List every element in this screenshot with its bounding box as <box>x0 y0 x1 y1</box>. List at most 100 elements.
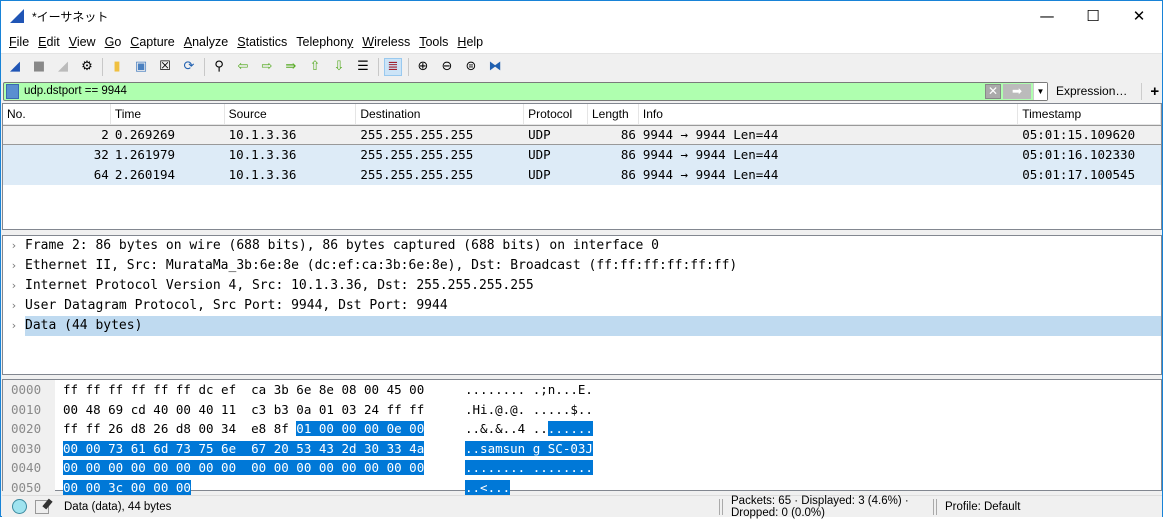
column-header-timestamp[interactable]: Timestamp <box>1018 104 1161 125</box>
detail-tree-label: User Datagram Protocol, Src Port: 9944, … <box>25 298 448 313</box>
gear-options-icon[interactable]: ⚙ <box>78 58 96 76</box>
filter-text[interactable]: udp.dstport == 9944 <box>24 85 127 97</box>
expand-chevron-icon[interactable]: › <box>3 316 25 336</box>
chevron-down-icon[interactable]: ▼ <box>1033 82 1047 100</box>
packet-row[interactable]: 64 2.260194 10.1.3.36 255.255.255.255 UDP 86 9… <box>3 165 1161 185</box>
reload-file-icon[interactable]: ⟳ <box>180 58 198 76</box>
menu-capture[interactable]: Capture <box>130 35 174 49</box>
ascii-bytes[interactable]: ........ .;n...E. <box>439 380 593 400</box>
menu-view[interactable]: View <box>69 35 96 49</box>
detail-tree-item[interactable]: › User Datagram Protocol, Src Port: 9944,… <box>3 296 1161 316</box>
add-filter-button[interactable]: + <box>1141 82 1159 100</box>
save-file-icon[interactable]: ▣ <box>132 58 150 76</box>
column-header-no[interactable]: No. <box>3 104 111 125</box>
menu-tools[interactable]: Tools <box>419 35 448 49</box>
main-toolbar: ◢ ■ ◢ ⚙ ▮ ▣ ☒ ⟳ ⚲ ⇦ ⇨ ⇛ ⇧ ⇩ ☰ ≣ ⊕ ⊖ ⊜ ⧓ <box>1 53 1162 79</box>
menu-statistics[interactable]: Statistics <box>237 35 287 49</box>
packet-cell-dst: 255.255.255.255 <box>360 167 474 182</box>
hex-bytes[interactable]: 00 00 00 00 00 00 00 00 00 00 00 00 00 0… <box>55 458 439 478</box>
expand-chevron-icon[interactable]: › <box>3 276 25 296</box>
detail-tree-item[interactable]: › Data (44 bytes) <box>3 316 1161 336</box>
expression-button[interactable]: Expression… <box>1056 84 1127 98</box>
ascii-bytes[interactable]: .Hi.@.@. .....$.. <box>439 400 593 420</box>
hex-dump-row: 0040 00 00 00 00 00 00 00 00 00 00 00 00 … <box>3 458 1161 478</box>
detail-tree-item[interactable]: › Ethernet II, Src: MurataMa_3b:6e:8e (dc… <box>3 256 1161 276</box>
packet-cell-src: 10.1.3.36 <box>228 127 297 142</box>
magnifier-find-icon[interactable]: ⚲ <box>210 58 228 76</box>
packet-row[interactable]: 32 1.261979 10.1.3.36 255.255.255.255 UDP 86 9… <box>3 145 1161 165</box>
byte-offset: 0030 <box>3 438 55 458</box>
toolbar-separator <box>102 57 103 76</box>
packet-cell-time: 0.269269 <box>114 127 176 142</box>
packet-row[interactable]: 2 0.269269 10.1.3.36 255.255.255.255 UDP 86 99… <box>3 125 1161 145</box>
column-header-time[interactable]: Time <box>111 104 225 125</box>
autoscroll-icon[interactable]: ☰ <box>354 58 372 76</box>
capture-comment-icon[interactable] <box>35 499 49 514</box>
byte-offset: 0010 <box>3 399 55 419</box>
menu-wireless[interactable]: Wireless <box>362 35 410 49</box>
expand-chevron-icon[interactable]: › <box>3 256 25 276</box>
column-header-source[interactable]: Source <box>225 104 357 125</box>
expand-chevron-icon[interactable]: › <box>3 296 25 316</box>
restart-fin-icon[interactable]: ◢ <box>54 58 72 76</box>
column-header-info[interactable]: Info <box>639 104 1019 125</box>
menu-telephony[interactable]: Telephony <box>296 35 353 49</box>
status-separator[interactable] <box>719 498 723 515</box>
zoom-in-icon[interactable]: ⊕ <box>414 58 432 76</box>
byte-offset: 0020 <box>3 419 55 439</box>
zoom-out-icon[interactable]: ⊖ <box>438 58 456 76</box>
hex-bytes[interactable]: 00 00 73 61 6d 73 75 6e 67 20 53 43 2d 3… <box>55 439 439 459</box>
status-profile[interactable]: Profile: Default <box>945 501 1020 513</box>
hex-bytes[interactable]: ff ff 26 d8 26 d8 00 34 e8 8f 01 00 00 0… <box>55 419 439 439</box>
menu-analyze[interactable]: Analyze <box>184 35 228 49</box>
column-header-length[interactable]: Length <box>588 104 639 125</box>
packet-cell-ts: 05:01:16.102330 <box>1022 147 1136 162</box>
clear-filter-icon[interactable]: ✕ <box>985 83 1001 99</box>
packet-cell-no: 64 <box>93 167 109 182</box>
column-header-destination[interactable]: Destination <box>356 104 525 125</box>
packet-cell-no: 32 <box>93 147 109 162</box>
detail-tree-item[interactable]: › Frame 2: 86 bytes on wire (688 bits), 8… <box>3 236 1161 256</box>
maximize-button[interactable]: ☐ <box>1070 1 1116 31</box>
detail-tree-item[interactable]: › Internet Protocol Version 4, Src: 10.1.… <box>3 276 1161 296</box>
display-filter-input[interactable]: udp.dstport == 9944 ✕ ➡ ▼ <box>3 81 1048 101</box>
wireshark-window: *イーサネット — ☐ ✕ File Edit View Go Capture Analy… <box>0 0 1163 519</box>
toolbar-separator <box>204 57 205 76</box>
colorize-lines-icon[interactable]: ≣ <box>384 57 402 76</box>
packet-cell-time: 2.260194 <box>114 167 176 182</box>
ascii-bytes[interactable]: ..&.&..4 ........ <box>439 419 593 439</box>
go-to-packet-icon[interactable]: ⇛ <box>282 58 300 76</box>
arrow-left-icon[interactable]: ⇦ <box>234 58 252 76</box>
packet-cell-dst: 255.255.255.255 <box>360 147 474 162</box>
arrow-right-icon[interactable]: ⇨ <box>258 58 276 76</box>
shark-fin-start-icon[interactable]: ◢ <box>6 58 24 76</box>
arrow-down-last-icon[interactable]: ⇩ <box>330 58 348 76</box>
packet-cell-no: 2 <box>101 127 109 142</box>
stop-square-icon[interactable]: ■ <box>30 58 48 76</box>
resize-columns-icon[interactable]: ⧓ <box>486 58 504 76</box>
packet-cell-time: 1.261979 <box>114 147 176 162</box>
zoom-normal-icon[interactable]: ⊜ <box>462 58 480 76</box>
bookmark-icon[interactable] <box>6 83 19 99</box>
status-separator[interactable] <box>933 498 937 515</box>
apply-filter-arrow-icon[interactable]: ➡ <box>1003 83 1031 99</box>
menu-help[interactable]: Help <box>457 35 483 49</box>
open-folder-icon[interactable]: ▮ <box>108 58 126 76</box>
arrow-up-first-icon[interactable]: ⇧ <box>306 58 324 76</box>
packet-cell-proto: UDP <box>528 127 551 142</box>
expand-chevron-icon[interactable]: › <box>3 236 25 256</box>
menu-file[interactable]: File <box>9 35 29 49</box>
ascii-bytes[interactable]: ........ ........ <box>439 458 593 478</box>
hex-bytes[interactable]: ff ff ff ff ff ff dc ef ca 3b 6e 8e 08 0… <box>55 380 439 400</box>
close-button[interactable]: ✕ <box>1116 1 1162 31</box>
detail-tree-label: Data (44 bytes) <box>25 316 1161 336</box>
menu-go[interactable]: Go <box>105 35 122 49</box>
menu-edit[interactable]: Edit <box>38 35 60 49</box>
ascii-bytes[interactable]: ..samsun g SC-03J <box>439 439 593 459</box>
hex-bytes[interactable]: 00 48 69 cd 40 00 40 11 c3 b3 0a 01 03 2… <box>55 400 439 420</box>
menu-bar: File Edit View Go Capture Analyze Statistics Te… <box>1 31 1162 53</box>
column-header-protocol[interactable]: Protocol <box>524 104 588 125</box>
expert-info-icon[interactable] <box>12 499 27 514</box>
close-file-icon[interactable]: ☒ <box>156 58 174 76</box>
minimize-button[interactable]: — <box>1024 1 1070 31</box>
